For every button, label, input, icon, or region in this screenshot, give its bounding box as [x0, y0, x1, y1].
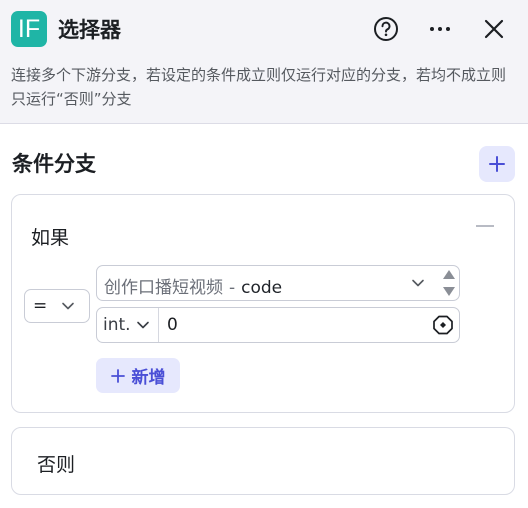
value-input[interactable]: [167, 308, 417, 342]
variable-field: code: [241, 278, 283, 298]
help-icon[interactable]: [370, 13, 402, 45]
add-condition-label: 新增: [131, 368, 166, 388]
variable-value: 创作口播短视频 - code: [104, 273, 282, 298]
if-branch-card: 如果 = 创作口播短视频 - code int. 0 新增: [11, 194, 515, 413]
add-branch-button[interactable]: [479, 146, 515, 182]
chevron-down-icon: [136, 321, 149, 329]
chevron-down-icon: [412, 279, 424, 287]
if-label: 如果: [31, 227, 70, 249]
operator-select[interactable]: =: [24, 289, 90, 323]
variable-node-name: 创作口播短视频: [104, 278, 223, 298]
else-label: 否则: [37, 454, 76, 476]
remove-branch-button[interactable]: [476, 225, 494, 227]
else-branch-card: 否则: [11, 427, 515, 495]
close-icon[interactable]: [478, 13, 510, 45]
node-title: 选择器: [58, 18, 121, 42]
section-title: 条件分支: [12, 152, 96, 176]
sort-stepper-icon[interactable]: [441, 268, 457, 298]
operator-value: =: [33, 296, 48, 316]
node-description: 连接多个下游分支，若设定的条件成立则仅运行对应的分支，若均不成立则只运行“否则”…: [11, 66, 507, 108]
plus-icon: [110, 368, 125, 383]
variable-reference-icon[interactable]: [432, 314, 454, 336]
if-logo: IF: [11, 11, 47, 47]
more-icon[interactable]: [424, 13, 456, 45]
add-condition-button[interactable]: 新增: [96, 358, 180, 393]
value-row: int.: [96, 307, 460, 343]
variable-select[interactable]: 创作口播短视频 - code: [96, 265, 460, 301]
value-type-select[interactable]: int.: [97, 308, 159, 342]
value-type: int.: [103, 315, 131, 335]
variable-separator: -: [229, 278, 236, 298]
plus-icon: [489, 156, 505, 172]
node-header: IF 选择器 连接多个下游分支，若设定的条件成立则仅运行对应的分支，若均不成立则…: [0, 0, 528, 124]
chevron-down-icon: [62, 302, 74, 310]
